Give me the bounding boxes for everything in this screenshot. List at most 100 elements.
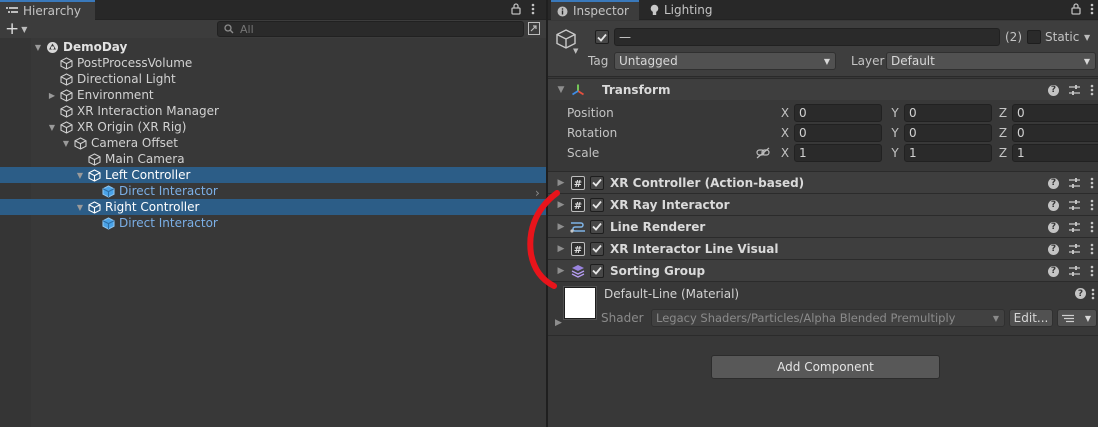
hierarchy-item[interactable]: ▼ Left Controller <box>0 167 546 183</box>
component-enabled-checkbox[interactable] <box>590 175 604 190</box>
transform-y-field[interactable]: 0 <box>904 104 992 122</box>
component-enabled-checkbox[interactable] <box>590 197 604 212</box>
hierarchy-item[interactable]: ▼Directional Light <box>0 71 546 87</box>
help-icon[interactable]: ? <box>1048 84 1059 96</box>
hierarchy-item[interactable]: ▼ Camera Offset <box>0 135 546 151</box>
transform-z-field[interactable]: 0 <box>1012 104 1098 122</box>
active-checkbox[interactable] <box>595 30 609 44</box>
component-header[interactable]: ▶ Sorting Group ? <box>548 259 1098 281</box>
lock-icon[interactable] <box>1071 3 1081 15</box>
axis-y-label[interactable]: Y <box>889 126 901 140</box>
collapse-arrow-icon[interactable]: ▼ <box>75 167 85 183</box>
help-icon[interactable]: ? <box>1048 265 1059 277</box>
axis-y-label[interactable]: Y <box>889 106 901 120</box>
presets-icon[interactable] <box>1069 178 1080 188</box>
material-help[interactable]: ? <box>1075 288 1086 299</box>
kebab-menu-icon[interactable] <box>1090 265 1094 277</box>
axis-x-label[interactable]: X <box>779 106 791 120</box>
transform-z-field[interactable]: 1 <box>1012 144 1098 162</box>
presets-icon[interactable] <box>1069 222 1080 232</box>
hierarchy-item[interactable]: ▼ Right Controller <box>0 199 546 215</box>
hierarchy-item[interactable]: ▼Direct Interactor <box>0 183 546 199</box>
axis-z-label[interactable]: Z <box>997 126 1009 140</box>
presets-icon[interactable] <box>1069 200 1080 210</box>
edit-shader-button[interactable]: Edit... <box>1009 309 1053 327</box>
kebab-menu-icon[interactable] <box>531 3 535 15</box>
component-header[interactable]: ▶ # XR Ray Interactor ? <box>548 193 1098 215</box>
add-dropdown-button[interactable]: + ▼ <box>5 21 27 38</box>
shader-dropdown[interactable]: Legacy Shaders/Particles/Alpha Blended P… <box>651 309 1005 327</box>
chevron-down-icon[interactable]: ▼ <box>573 47 578 55</box>
kebab-menu-icon[interactable] <box>1090 177 1094 189</box>
gameobject-cube-icon <box>88 200 101 214</box>
kebab-menu-icon[interactable] <box>1090 84 1094 96</box>
component-header[interactable]: ▶ Line Renderer ? <box>548 215 1098 237</box>
help-icon[interactable]: ? <box>1048 243 1059 255</box>
axis-z-label[interactable]: Z <box>997 146 1009 160</box>
axis-z-label[interactable]: Z <box>997 106 1009 120</box>
kebab-menu-icon[interactable] <box>1090 199 1094 211</box>
multi-count: (2) <box>1005 30 1022 44</box>
help-icon[interactable]: ? <box>1048 199 1059 211</box>
axis-y-label[interactable]: Y <box>889 146 901 160</box>
transform-x-field[interactable]: 0 <box>794 104 882 122</box>
object-name-field[interactable]: — <box>614 28 1000 46</box>
search-input[interactable] <box>240 22 500 36</box>
kebab-menu-icon[interactable] <box>1091 288 1095 300</box>
component-enabled-checkbox[interactable] <box>590 263 604 278</box>
component-enabled-checkbox[interactable] <box>590 219 604 234</box>
collapse-arrow-icon[interactable]: ▼ <box>61 135 71 151</box>
presets-icon[interactable] <box>1069 244 1080 254</box>
transform-y-field[interactable]: 1 <box>904 144 992 162</box>
lock-icon[interactable] <box>511 3 521 15</box>
transform-z-field[interactable]: 0 <box>1012 124 1098 142</box>
hierarchy-item[interactable]: ▼XR Interaction Manager <box>0 103 546 119</box>
presets-icon[interactable] <box>1069 266 1080 276</box>
kebab-menu-icon[interactable] <box>1090 221 1094 233</box>
chevron-down-icon: ▼ <box>1083 56 1090 66</box>
constrain-proportions-icon[interactable] <box>756 147 770 159</box>
collapse-arrow-icon[interactable]: ▼ <box>75 199 85 215</box>
transform-x-field[interactable]: 1 <box>794 144 882 162</box>
tab-inspector[interactable]: Inspector <box>551 0 639 20</box>
transform-x-field[interactable]: 0 <box>794 124 882 142</box>
hierarchy-item[interactable]: ▼Direct Interactor <box>0 215 546 231</box>
fold-down-icon[interactable]: ▼ <box>554 85 568 95</box>
hierarchy-item[interactable]: ▼ DemoDay <box>0 39 546 55</box>
layer-dropdown[interactable]: Default ▼ <box>886 52 1096 70</box>
help-icon[interactable]: ? <box>1048 221 1059 233</box>
field-value: 0 <box>1017 106 1025 120</box>
hierarchy-item[interactable]: ▼ XR Origin (XR Rig) <box>0 119 546 135</box>
static-dropdown-icon[interactable]: ▼ <box>1084 33 1090 42</box>
hierarchy-item[interactable]: ▼Main Camera <box>0 151 546 167</box>
component-header[interactable]: ▶ # XR Interactor Line Visual ? <box>548 237 1098 259</box>
tab-lighting[interactable]: Lighting <box>644 0 734 20</box>
collapse-arrow-icon[interactable]: ▼ <box>33 39 43 55</box>
material-preview-swatch[interactable] <box>563 286 597 320</box>
component-header[interactable]: ▶ # XR Controller (Action-based) ? <box>548 171 1098 193</box>
add-component-button[interactable]: Add Component <box>711 355 940 379</box>
hierarchy-item[interactable]: ▼PostProcessVolume <box>0 55 546 71</box>
help-icon[interactable]: ? <box>1075 288 1086 299</box>
transform-y-field[interactable]: 0 <box>904 124 992 142</box>
component-enabled-checkbox[interactable] <box>590 241 604 256</box>
expand-arrow-icon[interactable]: ▶ <box>47 87 57 103</box>
tag-dropdown[interactable]: Untagged ▼ <box>614 52 836 70</box>
gameobject-cube-icon <box>60 72 73 86</box>
kebab-menu-icon[interactable] <box>1090 243 1094 255</box>
kebab-menu-icon[interactable] <box>1090 3 1094 15</box>
axis-x-label[interactable]: X <box>779 126 791 140</box>
fold-right-icon[interactable]: ▶ <box>555 318 562 328</box>
help-icon[interactable]: ? <box>1048 177 1059 189</box>
presets-icon[interactable] <box>1069 85 1080 95</box>
tab-hierarchy[interactable]: Hierarchy <box>0 0 95 20</box>
hierarchy-item[interactable]: ▶ Environment <box>0 87 546 103</box>
shader-options-dropdown[interactable]: ▼ <box>1057 309 1097 327</box>
collapse-arrow-icon[interactable]: ▼ <box>47 119 57 135</box>
transform-header[interactable]: ▼ Transform ? <box>548 78 1098 100</box>
static-checkbox[interactable] <box>1027 30 1041 44</box>
fold-right-icon[interactable]: ▶ <box>554 178 568 188</box>
hierarchy-search[interactable] <box>217 21 524 37</box>
scene-visibility-icon[interactable] <box>528 22 540 35</box>
axis-x-label[interactable]: X <box>779 146 791 160</box>
